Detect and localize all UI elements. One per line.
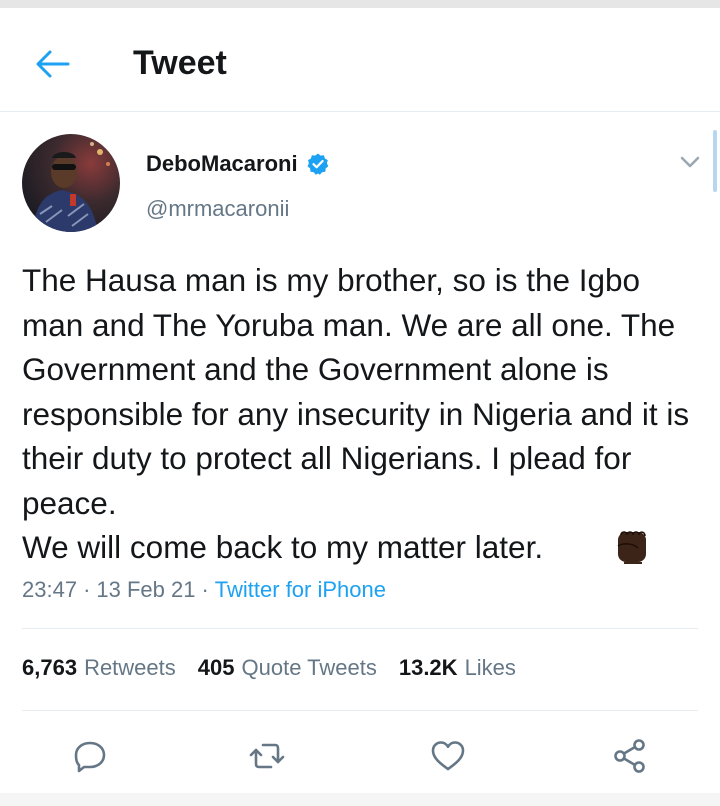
divider — [22, 628, 698, 629]
arrow-left-icon[interactable] — [30, 44, 74, 84]
retweet-icon[interactable] — [247, 736, 287, 776]
author-row: DeboMacaroni — [146, 148, 330, 180]
tweet-stats: 6,763 Retweets 405 Quote Tweets 13.2K Li… — [22, 655, 538, 681]
chevron-down-icon[interactable] — [676, 150, 704, 174]
tweet-text: The Hausa man is my brother, so is the I… — [22, 262, 690, 565]
retweets-count: 6,763 — [22, 655, 78, 680]
likes-label: Likes — [464, 655, 516, 680]
page-title: Tweet — [133, 44, 227, 82]
meta-separator: · — [83, 577, 91, 602]
like-icon[interactable] — [428, 736, 468, 776]
divider — [22, 710, 698, 711]
author-handle[interactable]: @mrmacaronii — [146, 196, 289, 222]
tweet-actions — [0, 726, 720, 786]
tweet-date: 13 Feb 21 — [96, 577, 196, 602]
bottom-strip — [0, 793, 720, 806]
likes-stat[interactable]: 13.2K Likes — [399, 655, 516, 681]
meta-separator: · — [201, 577, 209, 602]
header: Tweet — [0, 8, 720, 112]
verified-badge-icon — [307, 153, 328, 175]
avatar[interactable] — [22, 134, 120, 232]
likes-count: 13.2K — [398, 655, 458, 680]
tweet-source-link[interactable]: Twitter for iPhone — [215, 577, 386, 603]
quote-tweets-label: Quote Tweets — [241, 655, 377, 680]
tweet-time: 23:47 — [22, 577, 78, 602]
quote-tweets-stat[interactable]: 405 Quote Tweets — [198, 655, 377, 681]
retweets-label: Retweets — [84, 655, 176, 680]
retweets-stat[interactable]: 6,763 Retweets — [22, 655, 176, 681]
tweet-meta: 23:47 · 13 Feb 21 · Twitter for iPhone — [22, 577, 386, 603]
share-icon[interactable] — [610, 736, 650, 776]
quote-tweets-count: 405 — [197, 655, 235, 680]
reply-icon[interactable] — [70, 736, 110, 776]
scrollbar[interactable] — [713, 130, 717, 192]
raised-fist-emoji-icon — [617, 531, 646, 564]
author-name[interactable]: DeboMacaroni — [146, 151, 298, 177]
status-strip — [0, 0, 720, 8]
